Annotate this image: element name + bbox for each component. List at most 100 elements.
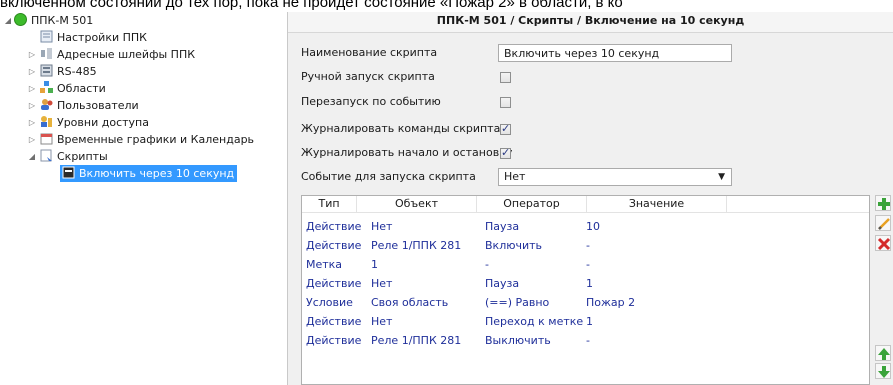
column-header-type[interactable]: Тип [302, 196, 357, 212]
table-row[interactable]: Действие Реле 1/ППК 281 Выключить - [302, 331, 869, 350]
cell-value: 1 [586, 277, 593, 290]
tree-item-scripts[interactable]: Скрипты [40, 148, 108, 165]
loop-icon [40, 47, 54, 60]
delete-icon [877, 237, 891, 251]
cell-object: Своя область [371, 296, 449, 309]
calendar-icon [40, 132, 54, 145]
tree-item-loops[interactable]: Адресные шлейфы ППК [40, 46, 195, 63]
tree-item-label: Пользователи [57, 99, 139, 112]
cell-operator: Переход к метке [485, 315, 584, 328]
areas-icon [40, 81, 54, 94]
restart-label: Перезапуск по событию [301, 95, 441, 108]
cell-type: Условие [306, 296, 353, 309]
table-row[interactable]: Метка 1 - - [302, 255, 869, 274]
start-event-value: Нет [504, 170, 526, 183]
log-start-stop-checkbox[interactable] [500, 146, 511, 159]
cell-value: 1 [586, 315, 593, 328]
expand-arrow-icon[interactable]: ▷ [28, 80, 36, 97]
move-up-button[interactable] [875, 345, 891, 361]
tree-item-selected-script[interactable]: Включить через 10 секунд [60, 165, 238, 182]
tree-item-label: Скрипты [57, 150, 108, 163]
cell-value: 10 [586, 220, 600, 233]
add-step-button[interactable] [875, 195, 891, 211]
column-header-operator[interactable]: Оператор [477, 196, 587, 212]
move-up-icon [878, 348, 890, 360]
cell-value: Пожар 2 [586, 296, 636, 309]
table-row[interactable]: Действие Нет Переход к метке 1 [302, 312, 869, 331]
tree-root-label: ППК-М 501 [31, 14, 94, 27]
script-editor-panel: ППК-М 501 / Скрипты / Включение на 10 се… [288, 12, 893, 385]
tree-item-label: Области [57, 82, 106, 95]
users-icon [40, 98, 54, 111]
cell-type: Действие [306, 315, 362, 328]
log-commands-label: Журналировать команды скрипта [301, 122, 501, 135]
cell-operator: Пауза [485, 220, 520, 233]
cell-type: Действие [306, 220, 362, 233]
collapse-arrow-icon[interactable]: ◢ [28, 148, 36, 165]
expand-arrow-icon[interactable]: ▷ [28, 63, 36, 80]
script-item-icon [62, 166, 76, 179]
table-row[interactable]: Действие Нет Пауза 10 [302, 217, 869, 236]
expand-arrow-icon[interactable]: ▷ [28, 131, 36, 148]
device-tree[interactable]: ◢ ППК-М 501 Настройки ППК ▷ Адресные шле… [0, 12, 285, 385]
table-row[interactable]: Условие Своя область (==) Равно Пожар 2 [302, 293, 869, 312]
event-label: Событие для запуска скрипта [301, 170, 476, 183]
cell-operator: - [485, 258, 489, 271]
tree-item-rs485[interactable]: RS-485 [40, 63, 97, 80]
log-start-stop-label: Журналировать начало и остановку [301, 146, 513, 159]
cell-type: Действие [306, 239, 362, 252]
cell-value: - [586, 334, 590, 347]
restart-on-event-checkbox[interactable] [500, 97, 511, 108]
settings-page-icon [40, 30, 54, 43]
document-caption-text: включенном состоянии до тех пор, пока не… [0, 0, 623, 10]
table-row[interactable]: Действие Реле 1/ППК 281 Включить - [302, 236, 869, 255]
cell-object: Нет [371, 277, 393, 290]
cell-operator: Пауза [485, 277, 520, 290]
access-levels-icon [40, 115, 54, 128]
tree-item-label: Уровни доступа [57, 116, 149, 129]
chevron-down-icon: ▼ [718, 172, 725, 182]
cell-object: Реле 1/ППК 281 [371, 239, 462, 252]
tree-root-node[interactable]: ППК-М 501 [14, 12, 93, 29]
cell-operator: Включить [485, 239, 543, 252]
cell-type: Действие [306, 277, 362, 290]
name-label: Наименование скрипта [301, 46, 438, 59]
page-title: ППК-М 501 / Скрипты / Включение на 10 се… [288, 12, 893, 33]
tree-item-schedules[interactable]: Временные графики и Календарь [40, 131, 254, 148]
column-header-value[interactable]: Значение [587, 196, 727, 212]
cell-operator: (==) Равно [485, 296, 550, 309]
tree-item-settings[interactable]: Настройки ППК [40, 29, 147, 46]
cell-object: Нет [371, 220, 393, 233]
tree-item-users[interactable]: Пользователи [40, 97, 139, 114]
edit-step-button[interactable] [875, 215, 891, 231]
rs485-icon [40, 64, 54, 77]
expand-arrow-icon[interactable]: ▷ [28, 46, 36, 63]
log-commands-checkbox[interactable] [500, 122, 511, 135]
tree-item-label: Адресные шлейфы ППК [57, 48, 196, 61]
table-row[interactable]: Действие Нет Пауза 1 [302, 274, 869, 293]
manual-start-checkbox[interactable] [500, 72, 511, 83]
tree-item-label: Включить через 10 секунд [79, 167, 235, 180]
tree-item-label: Настройки ППК [57, 31, 147, 44]
cell-value: - [586, 258, 590, 271]
column-header-object[interactable]: Объект [357, 196, 477, 212]
move-down-button[interactable] [875, 363, 891, 379]
expand-arrow-icon[interactable]: ▷ [28, 97, 36, 114]
device-status-icon [14, 13, 28, 26]
table-header: Тип Объект Оператор Значение [302, 196, 869, 213]
expand-arrow-icon[interactable]: ▷ [28, 114, 36, 131]
delete-step-button[interactable] [875, 235, 891, 251]
tree-item-label: Временные графики и Календарь [57, 133, 255, 146]
edit-icon [878, 218, 890, 230]
tree-item-label: RS-485 [57, 65, 97, 78]
cell-type: Метка [306, 258, 343, 271]
tree-item-access-levels[interactable]: Уровни доступа [40, 114, 149, 131]
collapse-arrow-icon[interactable]: ◢ [4, 12, 12, 29]
cell-object: 1 [371, 258, 378, 271]
script-steps-table[interactable]: Тип Объект Оператор Значение Действие Нет… [301, 195, 870, 385]
script-name-input[interactable]: Включить через 10 секунд [498, 44, 732, 62]
start-event-select[interactable]: Нет ▼ [498, 168, 732, 186]
cell-object: Реле 1/ППК 281 [371, 334, 462, 347]
scripts-icon [40, 149, 54, 162]
tree-item-areas[interactable]: Области [40, 80, 106, 97]
